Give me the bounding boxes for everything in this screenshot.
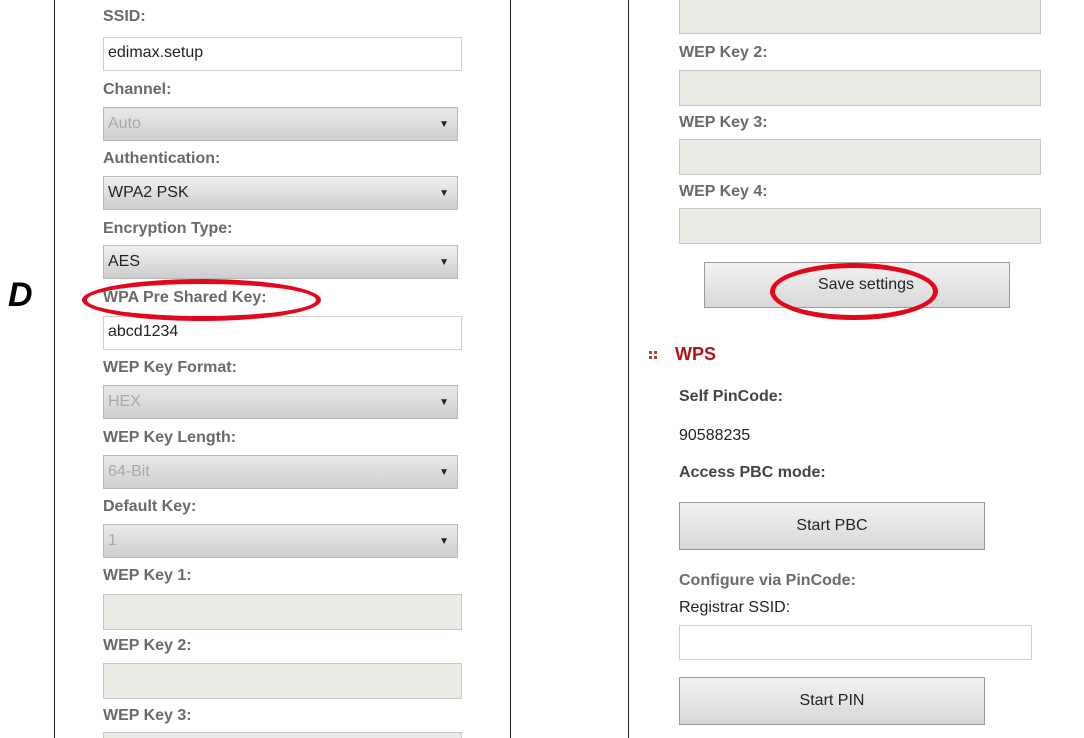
chevron-down-icon: ▼	[439, 536, 449, 547]
wps-section-bullet-icon	[649, 351, 652, 354]
left-settings-panel: SSID: edimax.setup Channel: Auto ▼ Authe…	[54, 0, 511, 738]
wep-key-length-label: WEP Key Length:	[103, 429, 237, 446]
wep-key-2-input[interactable]	[679, 70, 1041, 106]
wep-key-4-label: WEP Key 4:	[679, 183, 768, 200]
wep-key-4-input[interactable]	[679, 208, 1041, 244]
registrar-ssid-label: Registrar SSID:	[679, 599, 791, 616]
chevron-down-icon: ▼	[439, 119, 449, 130]
default-key-value: 1	[108, 532, 117, 549]
channel-label: Channel:	[103, 81, 172, 98]
encryption-type-label: Encryption Type:	[103, 220, 233, 237]
highlight-ring-save	[770, 263, 938, 320]
self-pincode-value: 90588235	[679, 427, 751, 444]
ssid-input[interactable]: edimax.setup	[103, 37, 462, 71]
wep-key-format-value: HEX	[108, 393, 141, 410]
chevron-down-icon: ▼	[439, 397, 449, 408]
wep-key-3-input[interactable]	[103, 732, 462, 738]
start-pbc-button[interactable]: Start PBC	[679, 502, 985, 550]
wep-key-3-label: WEP Key 3:	[103, 707, 192, 724]
chevron-down-icon: ▼	[439, 188, 449, 199]
highlight-ring-psk	[82, 279, 321, 321]
wep-key-2-label: WEP Key 2:	[679, 44, 768, 61]
wep-key-format-label: WEP Key Format:	[103, 359, 237, 376]
wep-key-1-input-partial[interactable]	[679, 0, 1041, 34]
encryption-type-value: AES	[108, 253, 141, 270]
channel-select[interactable]: Auto ▼	[103, 107, 458, 141]
wpa-psk-input[interactable]: abcd1234	[103, 316, 462, 350]
wep-key-3-input[interactable]	[679, 139, 1041, 175]
wep-key-length-value: 64-Bit	[108, 463, 150, 480]
wep-key-2-label: WEP Key 2:	[103, 637, 192, 654]
start-pbc-label: Start PBC	[796, 517, 868, 534]
default-key-select[interactable]: 1 ▼	[103, 524, 458, 558]
registrar-ssid-input[interactable]	[679, 625, 1032, 660]
wep-key-format-select[interactable]: HEX ▼	[103, 385, 458, 419]
wps-section-title: WPS	[675, 344, 717, 364]
ssid-label: SSID:	[103, 8, 146, 25]
configure-via-pincode-label: Configure via PinCode:	[679, 572, 856, 589]
authentication-label: Authentication:	[103, 150, 221, 167]
encryption-type-select[interactable]: AES ▼	[103, 245, 458, 279]
right-settings-panel: WEP Key 2: WEP Key 3: WEP Key 4: Save se…	[628, 0, 1084, 738]
start-pin-label: Start PIN	[799, 692, 865, 709]
chevron-down-icon: ▼	[439, 257, 449, 268]
wep-key-2-input[interactable]	[103, 663, 462, 699]
authentication-select[interactable]: WPA2 PSK ▼	[103, 176, 458, 210]
wep-key-3-label: WEP Key 3:	[679, 114, 768, 131]
access-pbc-mode-label: Access PBC mode:	[679, 464, 826, 481]
default-key-label: Default Key:	[103, 498, 197, 515]
wep-key-1-input[interactable]	[103, 594, 462, 630]
authentication-value: WPA2 PSK	[108, 184, 189, 201]
start-pin-button[interactable]: Start PIN	[679, 677, 985, 725]
annotation-letter-d: D	[8, 276, 33, 314]
channel-value: Auto	[108, 115, 141, 132]
self-pincode-label: Self PinCode:	[679, 388, 784, 405]
wep-key-length-select[interactable]: 64-Bit ▼	[103, 455, 458, 489]
wep-key-1-label: WEP Key 1:	[103, 567, 192, 584]
chevron-down-icon: ▼	[439, 467, 449, 478]
